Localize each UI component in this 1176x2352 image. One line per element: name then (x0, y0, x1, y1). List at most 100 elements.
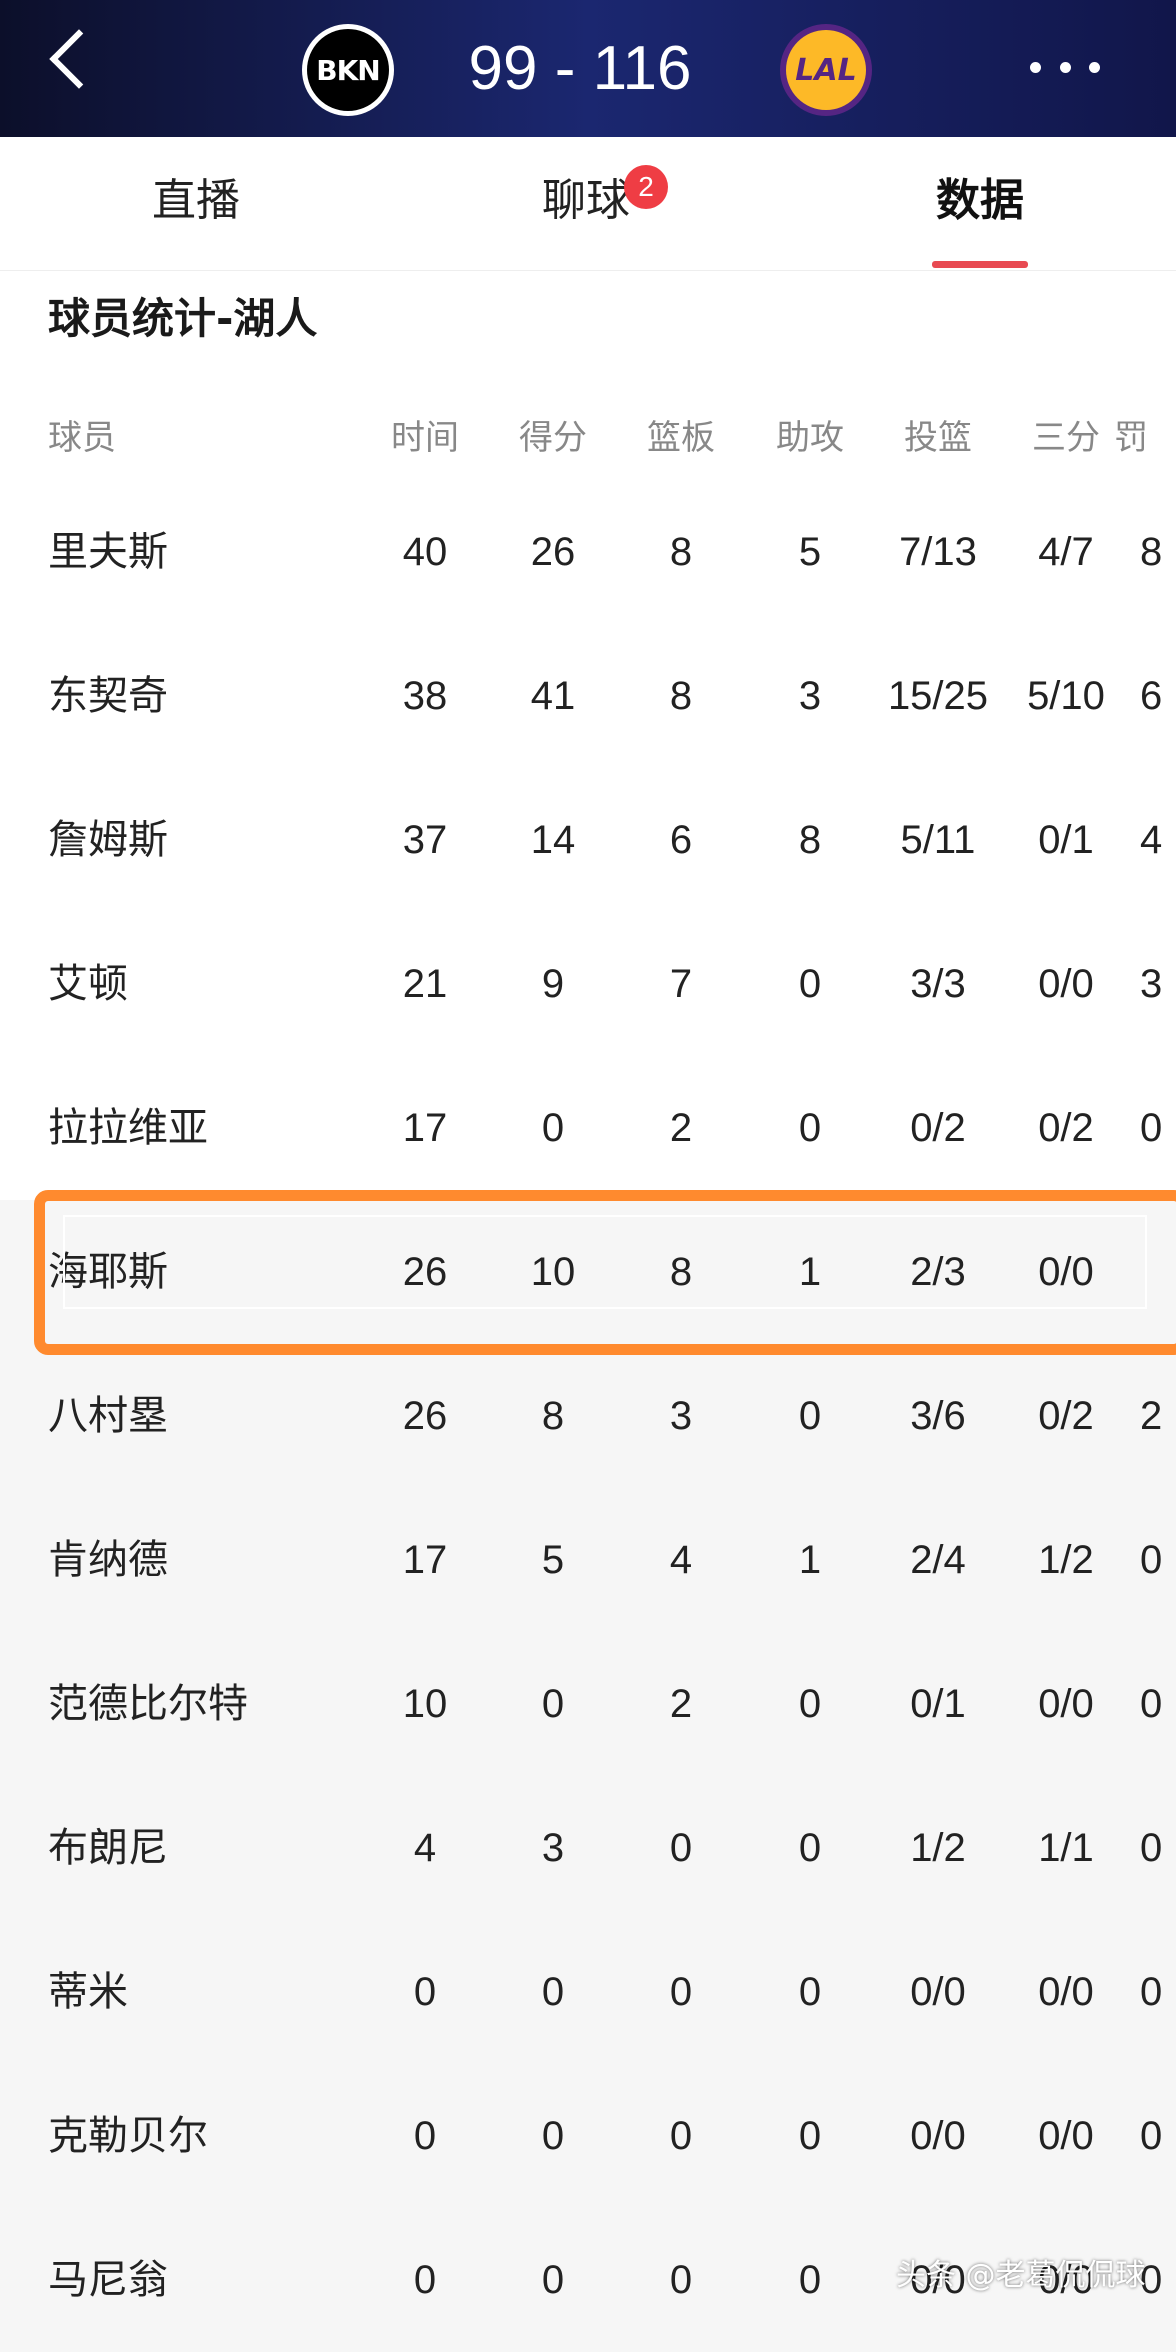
tab-bar: 直播 聊球 2 数据 (0, 137, 1176, 271)
player-name: 艾顿 (48, 961, 128, 1007)
table-row[interactable]: 布朗尼 4 3 0 0 1/2 1/1 0 (0, 1776, 1176, 1920)
player-name: 拉拉维亚 (48, 1105, 208, 1151)
stat-fg: 3/6 (910, 1394, 966, 1438)
stat-ft: 0 (1140, 1538, 1163, 1582)
watermark: 头条 @老葛侃侃球 (896, 2258, 1146, 2293)
player-name: 八村塁 (48, 1393, 168, 1439)
stat-points: 14 (530, 818, 576, 862)
table-row[interactable]: 拉拉维亚 17 0 2 0 0/2 0/2 0 (0, 1056, 1176, 1200)
stat-fg: 0/1 (910, 1682, 966, 1726)
player-name: 范德比尔特 (48, 1681, 248, 1727)
stat-assists: 0 (798, 1682, 822, 1726)
stat-points: 0 (541, 2114, 565, 2158)
away-team-logo[interactable]: LAL (780, 24, 872, 116)
stat-minutes: 37 (402, 818, 448, 862)
stat-fg: 2/4 (910, 1538, 966, 1582)
stat-3pt: 0/0 (1038, 962, 1094, 1006)
stat-fg: 0/0 (910, 2114, 966, 2158)
match-header: BKN 99 - 116 LAL (0, 0, 1176, 137)
stat-assists: 3 (798, 674, 822, 718)
stat-points: 0 (541, 1106, 565, 1150)
table-row[interactable]: 艾顿 21 9 7 0 3/3 0/0 3 (0, 912, 1176, 1056)
table-row[interactable]: 肯纳德 17 5 4 1 2/4 1/2 0 (0, 1488, 1176, 1632)
player-name: 詹姆斯 (48, 817, 168, 863)
stat-ft: 0 (1140, 1826, 1163, 1870)
stat-assists: 0 (798, 2114, 822, 2158)
stat-ft: 3 (1140, 962, 1163, 1006)
stat-3pt: 4/7 (1038, 530, 1094, 574)
stat-points: 0 (541, 1682, 565, 1726)
stat-rebounds: 4 (669, 1538, 693, 1582)
stat-points: 9 (541, 962, 565, 1006)
table-row[interactable]: 东契奇 38 41 8 3 15/25 5/10 6 (0, 624, 1176, 768)
stat-assists: 8 (798, 818, 822, 862)
table-header: 球员 时间 得分 篮板 助攻 投篮 三分 罚 (0, 388, 1176, 488)
tab-chat[interactable]: 聊球 (436, 137, 736, 270)
stat-minutes: 0 (413, 2258, 437, 2302)
stat-rebounds: 3 (669, 1394, 693, 1438)
stat-assists: 0 (798, 1106, 822, 1150)
stat-points: 26 (530, 530, 576, 574)
table-row[interactable]: 八村塁 26 8 3 0 3/6 0/2 2 (0, 1344, 1176, 1488)
stat-fg: 15/25 (887, 674, 989, 718)
player-name: 克勒贝尔 (48, 2113, 208, 2159)
table-row[interactable]: 蒂米 0 0 0 0 0/0 0/0 0 (0, 1920, 1176, 2064)
stat-rebounds: 2 (669, 1106, 693, 1150)
stat-3pt: 0/2 (1038, 1106, 1094, 1150)
stat-rebounds: 6 (669, 818, 693, 862)
table-row[interactable]: 里夫斯 40 26 8 5 7/13 4/7 8 (0, 480, 1176, 624)
stat-3pt: 1/1 (1038, 1826, 1094, 1870)
stat-points: 0 (541, 1970, 565, 2014)
stat-assists: 0 (798, 1970, 822, 2014)
stat-points: 41 (530, 674, 576, 718)
table-row[interactable]: 范德比尔特 10 0 2 0 0/1 0/0 0 (0, 1632, 1176, 1776)
stat-3pt: 5/10 (1027, 674, 1105, 718)
stat-3pt: 0/0 (1038, 1682, 1094, 1726)
home-team-logo[interactable]: BKN (302, 24, 394, 116)
tab-live[interactable]: 直播 (46, 137, 346, 270)
stat-minutes: 40 (402, 530, 448, 574)
stat-rebounds: 7 (669, 962, 693, 1006)
stat-rebounds: 8 (669, 674, 693, 718)
column-header-3pt: 三分 (1032, 419, 1100, 457)
player-name: 肯纳德 (48, 1537, 168, 1583)
column-header-points: 得分 (519, 419, 587, 457)
stat-rebounds: 0 (669, 2258, 693, 2302)
stat-ft: 4 (1140, 818, 1163, 862)
stat-points: 3 (541, 1826, 565, 1870)
stat-minutes: 17 (402, 1106, 448, 1150)
stat-ft: 8 (1140, 530, 1163, 574)
score: 99 - 116 (468, 34, 692, 103)
back-arrow-icon[interactable] (49, 29, 109, 89)
stat-rebounds: 0 (669, 1826, 693, 1870)
stat-3pt: 0/2 (1038, 1394, 1094, 1438)
stat-assists: 0 (798, 1826, 822, 1870)
stat-assists: 0 (798, 2258, 822, 2302)
tab-stats[interactable]: 数据 (830, 137, 1130, 270)
stat-minutes: 26 (402, 1394, 448, 1438)
chat-unread-badge: 2 (624, 165, 668, 209)
stat-assists: 0 (798, 1394, 822, 1438)
stat-3pt: 0/0 (1038, 1970, 1094, 2014)
player-name: 马尼翁 (48, 2257, 168, 2303)
stat-assists: 1 (798, 1538, 822, 1582)
stat-points: 0 (541, 2258, 565, 2302)
column-header-assists: 助攻 (776, 419, 844, 457)
player-name: 东契奇 (48, 673, 168, 719)
stat-3pt: 1/2 (1038, 1538, 1094, 1582)
player-name: 布朗尼 (48, 1825, 168, 1871)
highlight-box (34, 1190, 1176, 1355)
table-row[interactable]: 克勒贝尔 0 0 0 0 0/0 0/0 0 (0, 2064, 1176, 2208)
more-options-icon[interactable] (1030, 58, 1100, 76)
stat-ft: 2 (1140, 1394, 1163, 1438)
stat-ft: 6 (1140, 674, 1163, 718)
section-title: 球员统计-湖人 (48, 294, 318, 343)
away-team-abbr: LAL (786, 30, 866, 110)
stat-ft: 0 (1140, 2114, 1163, 2158)
active-tab-indicator (932, 261, 1028, 268)
stat-rebounds: 8 (669, 530, 693, 574)
stat-ft: 0 (1140, 1970, 1163, 2014)
table-row[interactable]: 詹姆斯 37 14 6 8 5/11 0/1 4 (0, 768, 1176, 912)
stat-minutes: 21 (402, 962, 448, 1006)
stat-points: 8 (541, 1394, 565, 1438)
